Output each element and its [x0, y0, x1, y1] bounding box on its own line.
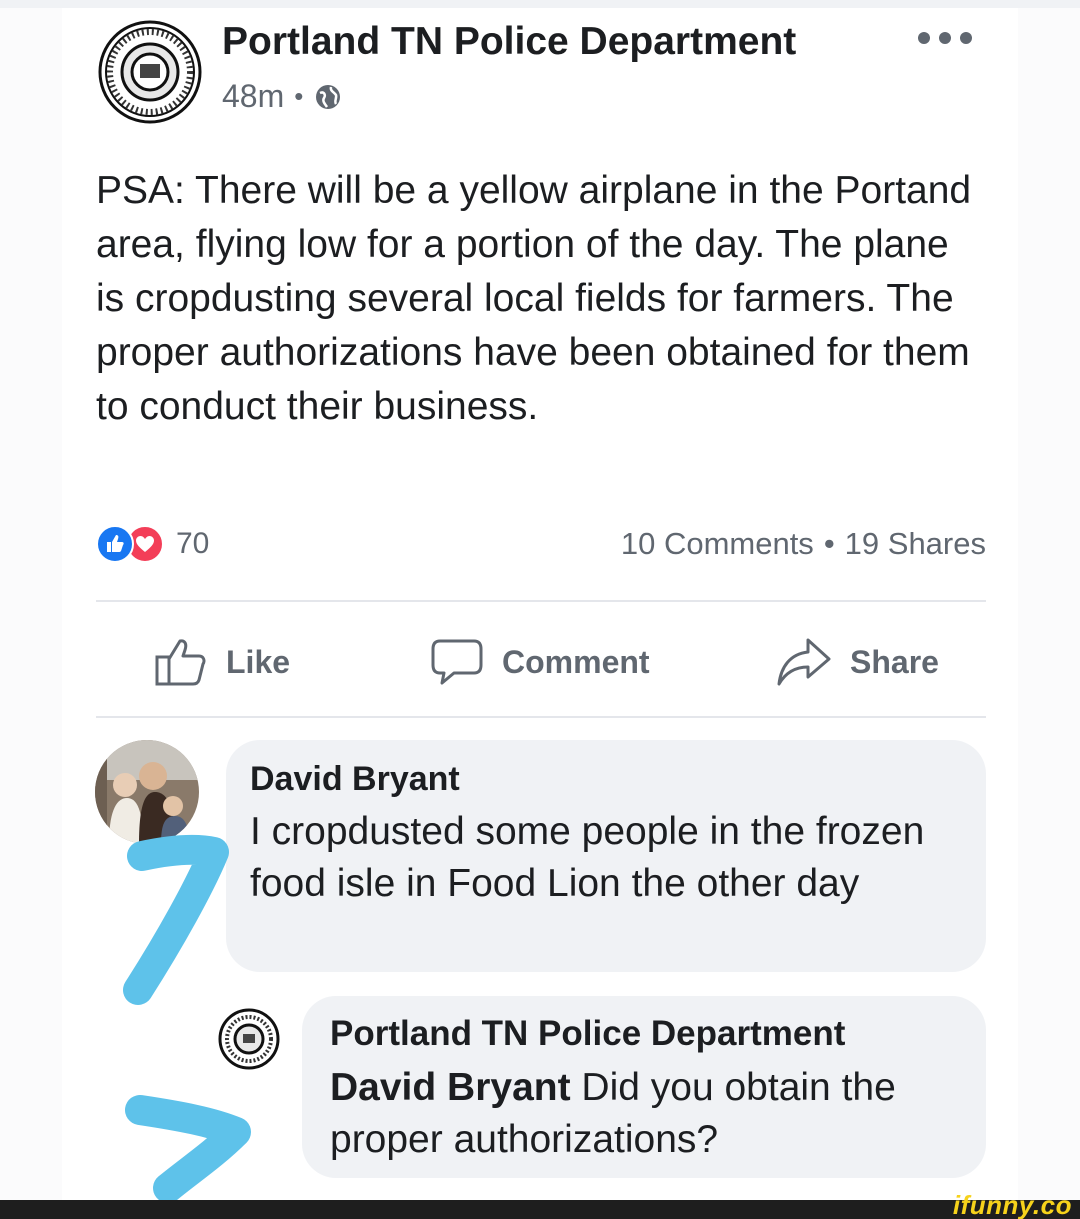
- engagement-stats: 10 Comments • 19 Shares: [584, 524, 986, 564]
- police-seal-icon: [98, 20, 202, 124]
- more-options-icon[interactable]: [918, 26, 972, 50]
- shares-count[interactable]: 19 Shares: [845, 526, 986, 562]
- comment-button[interactable]: Comment: [430, 634, 650, 690]
- background-right: [1018, 0, 1080, 1200]
- post-meta: 48m •: [222, 78, 343, 115]
- page-avatar[interactable]: [98, 20, 202, 124]
- like-label: Like: [226, 643, 291, 680]
- page-name[interactable]: Portland TN Police Department: [222, 20, 796, 64]
- reaction-count: 70: [176, 527, 210, 560]
- footer-bar: [0, 1200, 1080, 1219]
- divider-bottom: [96, 716, 986, 718]
- comment-text-2: David Bryant Did you obtain the proper a…: [330, 1062, 960, 1166]
- commenter-avatar[interactable]: [95, 740, 199, 844]
- watermark: ifunny.co: [952, 1190, 1072, 1219]
- screenshot: Portland TN Police Department 48m • PSA:…: [0, 0, 1080, 1219]
- share-button[interactable]: Share: [776, 634, 939, 690]
- comment-bubble-icon: [431, 639, 483, 685]
- divider-top: [96, 600, 986, 602]
- thumbs-up-icon: [155, 639, 206, 686]
- comment-text-1: I cropdusted some people in the frozen f…: [250, 810, 925, 905]
- comments-count[interactable]: 10 Comments: [621, 526, 814, 562]
- stats-separator: •: [823, 526, 835, 561]
- like-button[interactable]: Like: [154, 634, 290, 690]
- reply-avatar[interactable]: [218, 1008, 280, 1070]
- post-time[interactable]: 48m: [222, 78, 284, 115]
- like-reaction-icon: [96, 525, 134, 563]
- comment-label: Comment: [502, 643, 650, 680]
- meta-separator: •: [294, 81, 304, 111]
- comment-author-2[interactable]: Portland TN Police Department: [330, 1014, 845, 1054]
- share-label: Share: [850, 643, 939, 680]
- profile-photo: [95, 740, 199, 844]
- mentioned-user[interactable]: David Bryant: [330, 1066, 571, 1109]
- police-seal-icon: [218, 1008, 280, 1070]
- background-left: [0, 0, 62, 1200]
- top-edge: [0, 0, 1080, 8]
- post-text: PSA: There will be a yellow airplane in …: [96, 169, 972, 428]
- comment-author-1[interactable]: David Bryant: [250, 760, 460, 799]
- reactions-summary[interactable]: 70: [96, 524, 209, 564]
- share-arrow-icon: [777, 638, 831, 686]
- globe-icon: [316, 84, 341, 109]
